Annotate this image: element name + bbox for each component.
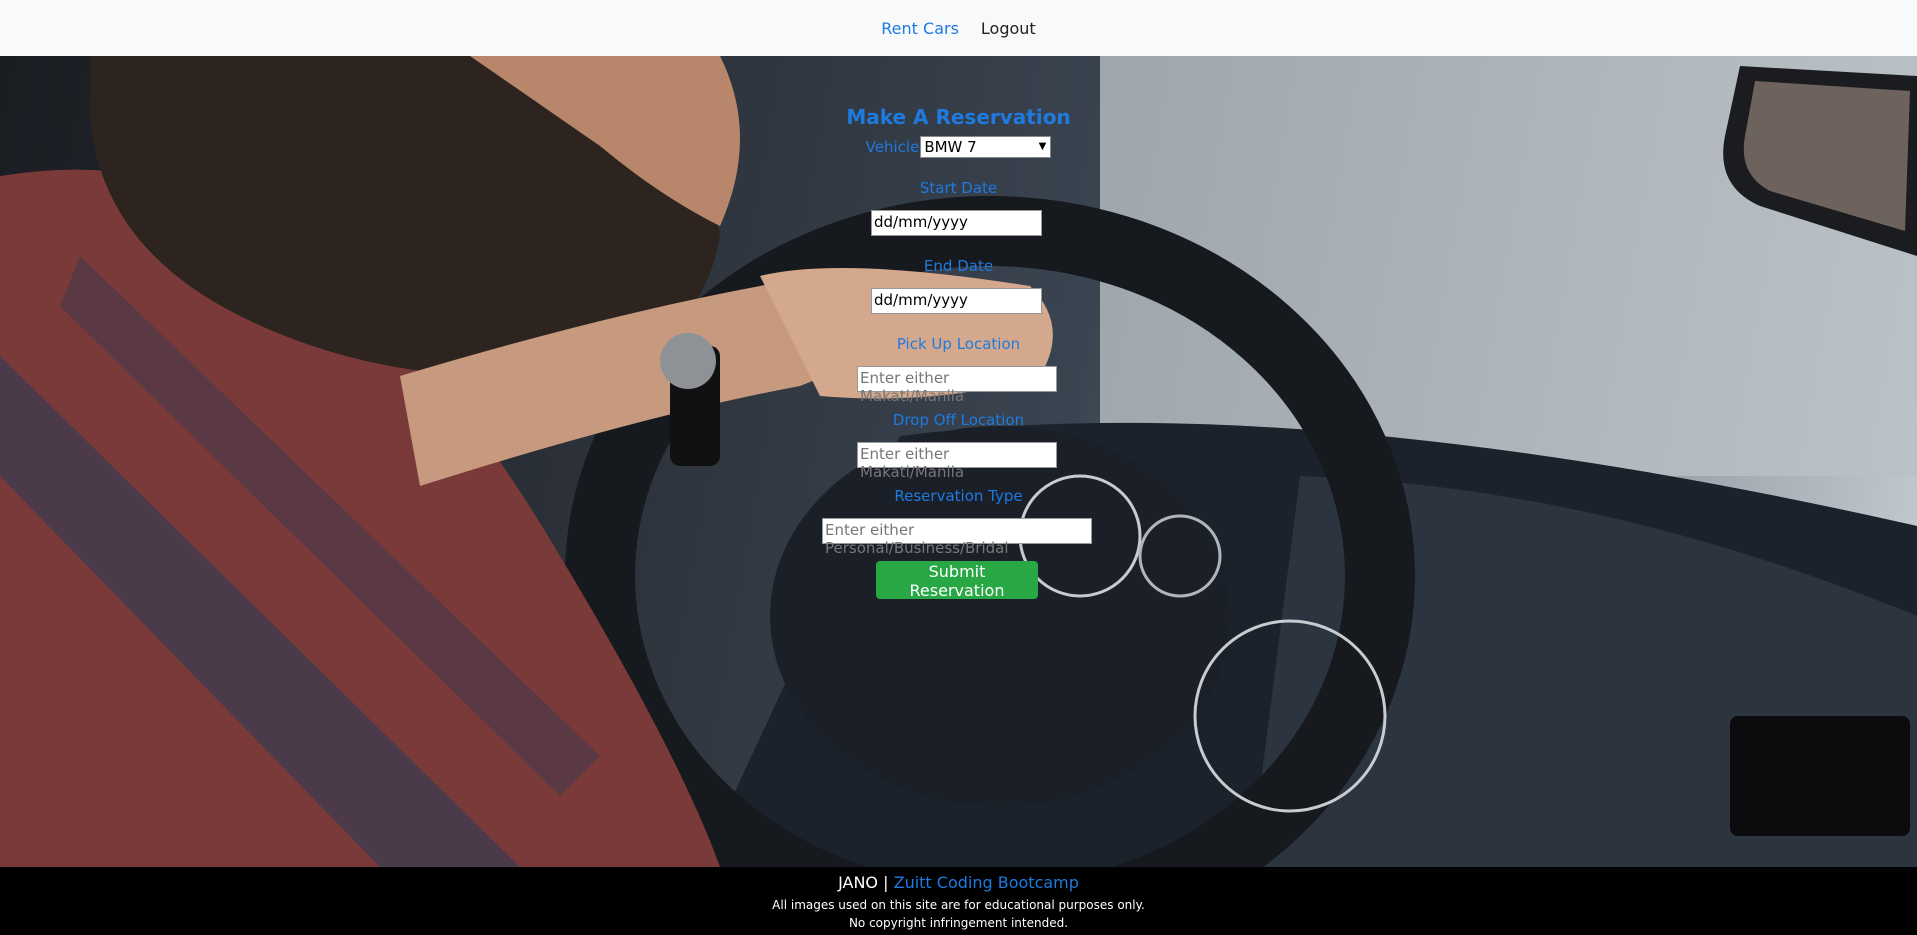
submit-reservation-button[interactable]: Submit Reservation	[876, 561, 1038, 600]
end-date-input[interactable]: dd/mm/yyyy	[871, 288, 1042, 314]
vehicle-select[interactable]: BMW 7 ▼	[920, 136, 1052, 158]
form-title: Make A Reservation	[846, 105, 1071, 129]
top-navbar: Rent Cars Logout	[0, 0, 1917, 56]
footer-disclaimer: All images used on this site are for edu…	[772, 898, 1145, 912]
nav-logout-link[interactable]: Logout	[981, 19, 1036, 38]
end-date-label: End Date	[923, 257, 994, 275]
vehicle-selected-value: BMW 7	[924, 138, 977, 156]
nav-rent-cars-link[interactable]: Rent Cars	[881, 19, 959, 38]
vehicle-row: Vehicle BMW 7 ▼	[0, 136, 1917, 158]
pickup-location-label: Pick Up Location	[896, 335, 1021, 353]
dropoff-location-input[interactable]: Enter either Makati/Manila	[857, 442, 1057, 481]
footer-credit: JANO | Zuitt Coding Bootcamp	[0, 873, 1917, 892]
start-date-input[interactable]: dd/mm/yyyy	[871, 210, 1042, 236]
footer-separator: |	[883, 873, 889, 892]
reservation-type-label: Reservation Type	[894, 487, 1023, 505]
footer-bootcamp-link[interactable]: Zuitt Coding Bootcamp	[894, 873, 1079, 892]
start-date-label: Start Date	[919, 179, 998, 197]
footer-brand: JANO	[838, 873, 879, 892]
dropoff-location-label: Drop Off Location	[892, 411, 1025, 429]
footer-copyright-note: No copyright infringement intended.	[848, 916, 1069, 930]
reservation-type-input[interactable]: Enter either Personal/Business/Bridal	[822, 518, 1092, 557]
footer: JANO | Zuitt Coding Bootcamp All images …	[0, 867, 1917, 935]
chevron-down-icon: ▼	[1038, 141, 1047, 152]
pickup-location-input[interactable]: Enter either Makati/Manila	[857, 366, 1057, 405]
vehicle-label: Vehicle	[865, 138, 920, 156]
